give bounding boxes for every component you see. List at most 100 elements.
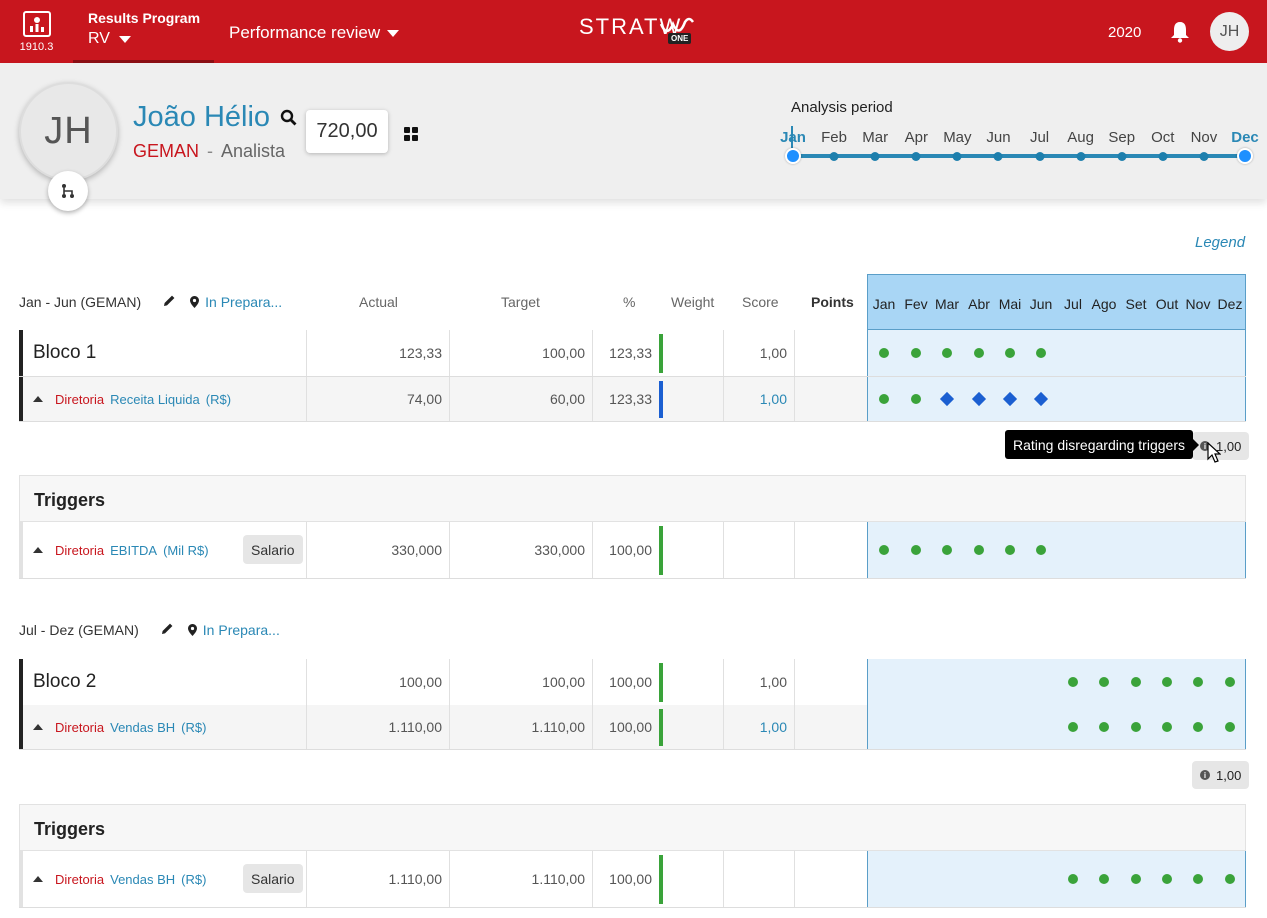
status-marker-green bbox=[1193, 722, 1203, 732]
status-marker-green bbox=[1068, 722, 1078, 732]
analysis-period-title: Analysis period bbox=[791, 99, 893, 116]
actual-cell: 1.110,00 bbox=[306, 705, 442, 749]
status-marker-green bbox=[1068, 677, 1078, 687]
period-month-nov[interactable]: Nov bbox=[1191, 129, 1218, 146]
period-month-jul[interactable]: Jul bbox=[1030, 129, 1049, 146]
period-month-jan[interactable]: Jan bbox=[780, 129, 806, 146]
triggers-title: Triggers bbox=[34, 490, 106, 510]
period-month-may[interactable]: May bbox=[943, 129, 971, 146]
month-header-jan: Jan bbox=[872, 296, 896, 312]
kpi-directorate: Diretoria bbox=[55, 871, 105, 887]
section-title-text: Jul - Dez (GEMAN) bbox=[19, 622, 139, 638]
actual-cell-value: 330,000 bbox=[391, 542, 442, 558]
performance-review-menu[interactable]: Performance review bbox=[229, 23, 400, 43]
period-end-handle[interactable] bbox=[1237, 148, 1253, 164]
mouse-cursor-icon bbox=[1207, 442, 1221, 463]
salary-tag[interactable]: Salario bbox=[243, 864, 303, 893]
period-month-aug[interactable]: Aug bbox=[1067, 129, 1094, 146]
pencil-icon[interactable] bbox=[163, 294, 176, 310]
caret-down-icon bbox=[387, 29, 400, 37]
block-label: Bloco 2 bbox=[33, 659, 303, 705]
search-icon[interactable] bbox=[280, 109, 297, 126]
kpi-label[interactable]: Diretoria Receita Liquida (R$) bbox=[33, 392, 231, 407]
trigger-row: Diretoria EBITDA (Mil R$) Salario 330,000 330… bbox=[19, 522, 1246, 579]
legend-link[interactable]: Legend bbox=[1195, 234, 1245, 251]
monthly-status bbox=[867, 377, 1246, 421]
pencil-icon[interactable] bbox=[161, 622, 174, 638]
analysis-period-track[interactable] bbox=[793, 154, 1245, 158]
org-tree-button[interactable] bbox=[48, 171, 88, 211]
program-selector[interactable]: Results Program RV bbox=[73, 0, 214, 63]
tooltip: Rating disregarding triggers bbox=[1005, 430, 1199, 459]
status-marker-blue bbox=[1033, 391, 1049, 407]
grid-icon[interactable] bbox=[403, 126, 419, 147]
period-month-mar[interactable]: Mar bbox=[862, 129, 888, 146]
section-title-text: Jan - Jun (GEMAN) bbox=[19, 294, 142, 310]
period-month-apr[interactable]: Apr bbox=[905, 129, 928, 146]
weight-indicator bbox=[659, 381, 663, 418]
kpi-label[interactable]: Diretoria Vendas BH (R$) bbox=[33, 720, 206, 735]
period-step-dot bbox=[1076, 152, 1086, 161]
actual-cell: 123,33 bbox=[306, 330, 442, 376]
triggers-header: Triggers bbox=[19, 804, 1246, 851]
column-divider bbox=[794, 705, 795, 749]
period-month-sep[interactable]: Sep bbox=[1108, 129, 1135, 146]
target-cell-value: 100,00 bbox=[542, 345, 585, 361]
block-row: Bloco 1 123,33 100,00 123,33 1,00 bbox=[19, 330, 1246, 377]
role: Analista bbox=[221, 141, 286, 161]
kpi-label[interactable]: Diretoria Vendas BH (R$) bbox=[33, 872, 206, 887]
month-header-abr: Abr bbox=[968, 296, 990, 312]
section-status[interactable]: In Prepara... bbox=[190, 294, 282, 310]
actual-cell-value: 123,33 bbox=[399, 345, 442, 361]
user-avatar[interactable]: JH bbox=[1210, 12, 1249, 51]
target-cell: 100,00 bbox=[449, 659, 585, 705]
score-cell: 1,00 bbox=[723, 330, 787, 376]
triangle-up-icon bbox=[33, 396, 43, 402]
target-cell: 330,000 bbox=[449, 522, 585, 578]
status-marker-green bbox=[879, 394, 889, 404]
kpi-label[interactable]: Diretoria EBITDA (Mil R$) bbox=[33, 543, 209, 558]
status-marker-green bbox=[1162, 677, 1172, 687]
salary-tag[interactable]: Salario bbox=[243, 535, 303, 564]
department: GEMAN bbox=[133, 141, 200, 161]
percent-cell: 100,00 bbox=[592, 851, 652, 907]
target-cell: 100,00 bbox=[449, 330, 585, 376]
score-cell[interactable]: 1,00 bbox=[723, 705, 787, 749]
location-pin-icon bbox=[190, 296, 200, 308]
period-start-handle[interactable] bbox=[785, 148, 801, 164]
score-value: 1,00 bbox=[759, 391, 787, 407]
target-cell: 1.110,00 bbox=[449, 851, 585, 907]
weight-indicator bbox=[659, 526, 663, 575]
score-cell[interactable]: 1,00 bbox=[723, 377, 787, 421]
period-step-dot bbox=[1117, 152, 1127, 161]
bell-icon[interactable] bbox=[1170, 21, 1190, 48]
section-status-text: In Prepara... bbox=[205, 294, 283, 310]
month-columns-header: Jan Fev Mar Abr Mai Jun Jul Ago Set Out Nov Dez bbox=[867, 274, 1246, 330]
status-marker-green bbox=[879, 348, 889, 358]
status-marker-green bbox=[1131, 874, 1141, 884]
period-month-feb[interactable]: Feb bbox=[821, 129, 847, 146]
triggers-title: Triggers bbox=[34, 819, 106, 839]
kpi-unit: (R$) bbox=[205, 391, 232, 407]
block-name: Bloco 2 bbox=[33, 671, 97, 692]
app-version: 1910.3 bbox=[19, 40, 54, 53]
status-marker-green bbox=[1131, 677, 1141, 687]
section-title: Jul - Dez (GEMAN) In Prepara... bbox=[19, 622, 280, 638]
status-marker-green bbox=[942, 348, 952, 358]
section-status[interactable]: In Prepara... bbox=[187, 622, 280, 638]
separator: - bbox=[207, 141, 214, 161]
period-month-oct[interactable]: Oct bbox=[1151, 129, 1174, 146]
year-selector[interactable]: 2020 bbox=[1108, 24, 1141, 41]
kpi-unit: (R$) bbox=[181, 719, 207, 735]
app-switcher[interactable]: 1910.3 bbox=[0, 0, 73, 63]
location-pin-icon bbox=[187, 624, 197, 636]
status-marker-green bbox=[974, 348, 984, 358]
actual-cell: 330,000 bbox=[306, 522, 442, 578]
result-score-badge[interactable]: i 1,00 bbox=[1192, 761, 1250, 789]
period-month-dec[interactable]: Dec bbox=[1231, 129, 1259, 146]
period-month-jun[interactable]: Jun bbox=[986, 129, 1010, 146]
percent-cell-value: 100,00 bbox=[609, 719, 652, 735]
target-cell-value: 1.110,00 bbox=[531, 719, 585, 735]
month-header-mai: Mai bbox=[998, 296, 1022, 312]
target-cell-value: 330,000 bbox=[534, 542, 585, 558]
